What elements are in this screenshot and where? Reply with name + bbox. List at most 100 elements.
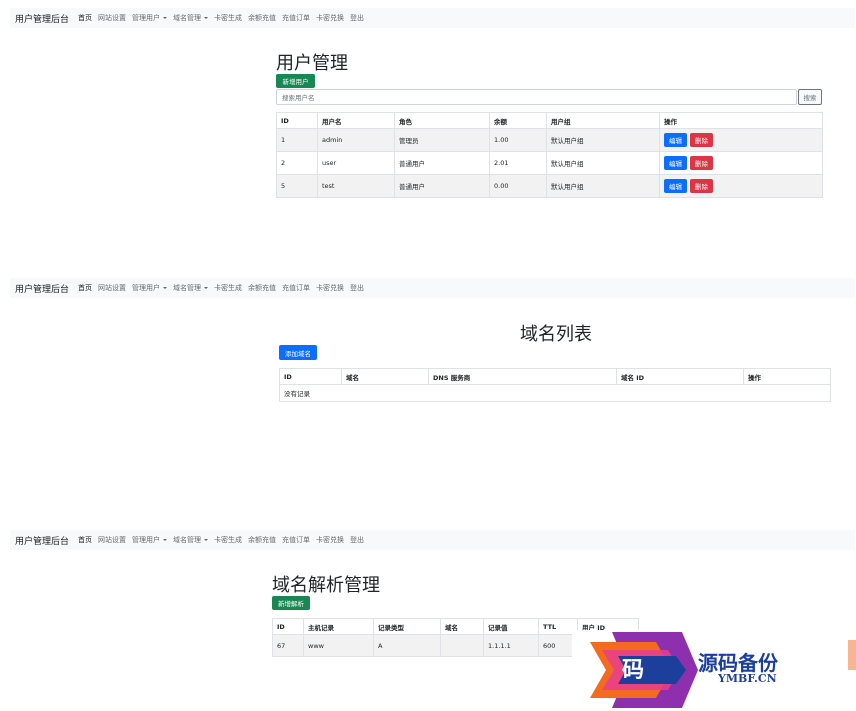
- navbar-2: 用户管理后台 首页 网站设置 管理用户 域名管理 卡密生成 余额充值 充值订单 …: [10, 278, 855, 298]
- edit-button[interactable]: 编辑: [664, 133, 687, 147]
- nav-logout[interactable]: 登出: [350, 283, 364, 293]
- cell-group: 默认用户组: [546, 128, 660, 152]
- navbar-brand[interactable]: 用户管理后台: [15, 282, 69, 295]
- delete-button[interactable]: 删除: [690, 133, 713, 147]
- col-header: ID: [272, 618, 304, 635]
- nav-logout[interactable]: 登出: [350, 535, 364, 545]
- cell-balance: 1.00: [489, 128, 547, 152]
- cell-group: 默认用户组: [546, 151, 660, 175]
- add-domain-button[interactable]: 添加域名: [279, 345, 317, 360]
- cell-id: 67: [272, 634, 304, 657]
- nav-home[interactable]: 首页: [78, 13, 92, 23]
- edit-button[interactable]: 编辑: [664, 179, 687, 193]
- nav-home[interactable]: 首页: [78, 283, 92, 293]
- cell-host: www: [303, 634, 374, 657]
- cell-actions: 编辑 删除: [659, 174, 823, 198]
- nav-card-redeem[interactable]: 卡密兑换: [316, 13, 344, 23]
- nav-manage-users[interactable]: 管理用户: [132, 283, 168, 293]
- navbar-brand[interactable]: 用户管理后台: [15, 12, 69, 25]
- cell-username: test: [317, 174, 395, 198]
- col-header: 记录类型: [373, 618, 441, 635]
- edit-button[interactable]: 编辑: [664, 156, 687, 170]
- watermark-glyph: 码: [622, 657, 645, 683]
- col-header: 记录值: [483, 618, 539, 635]
- chevron-down-icon: [163, 287, 168, 289]
- nav-card-redeem[interactable]: 卡密兑换: [316, 535, 344, 545]
- delete-button[interactable]: 删除: [690, 179, 713, 193]
- cell-actions: 编辑 删除: [659, 128, 823, 152]
- nav-balance-recharge[interactable]: 余额充值: [248, 535, 276, 545]
- col-header: 用户组: [546, 112, 660, 129]
- table-header-row: ID 用户名 角色 余额 用户组 操作: [276, 112, 823, 129]
- nav-manage-users-label: 管理用户: [132, 14, 161, 22]
- nav-recharge-orders[interactable]: 充值订单: [282, 535, 310, 545]
- col-header: ID: [279, 368, 342, 385]
- cell-actions: 编辑 删除: [659, 151, 823, 175]
- table-row: 没有记录: [279, 384, 831, 402]
- nav-balance-recharge[interactable]: 余额充值: [248, 13, 276, 23]
- cell-role: 管理员: [394, 128, 490, 152]
- chevron-down-icon: [163, 17, 168, 19]
- chevron-down-icon: [163, 539, 168, 541]
- nav-card-generate[interactable]: 卡密生成: [214, 283, 242, 293]
- cell-group: 默认用户组: [546, 174, 660, 198]
- page-title-domains: 域名列表: [520, 324, 592, 345]
- chevron-down-icon: [204, 287, 209, 289]
- col-header: 操作: [743, 368, 831, 385]
- nav-manage-users[interactable]: 管理用户: [132, 13, 168, 23]
- nav-domain-manage-label: 域名管理: [173, 536, 202, 544]
- navbar-brand[interactable]: 用户管理后台: [15, 534, 69, 547]
- table-row: 1 admin 管理员 1.00 默认用户组 编辑 删除: [276, 128, 823, 152]
- col-header: 操作: [659, 112, 823, 129]
- chevron-down-icon: [204, 539, 209, 541]
- nav-site-settings[interactable]: 网站设置: [98, 13, 126, 23]
- nav-recharge-orders[interactable]: 充值订单: [282, 283, 310, 293]
- cell-id: 5: [276, 174, 318, 198]
- nav-manage-users-label: 管理用户: [132, 284, 161, 292]
- col-header: ID: [276, 112, 318, 129]
- col-header: 域名 ID: [616, 368, 744, 385]
- navbar-3: 用户管理后台 首页 网站设置 管理用户 域名管理 卡密生成 余额充值 充值订单 …: [10, 530, 855, 550]
- nav-card-generate[interactable]: 卡密生成: [214, 535, 242, 545]
- cell-username: admin: [317, 128, 395, 152]
- nav-domain-manage[interactable]: 域名管理: [173, 535, 209, 545]
- search-bar: 搜索用户名 搜索: [276, 89, 822, 105]
- add-record-button[interactable]: 新增解析: [272, 596, 310, 610]
- search-input[interactable]: 搜索用户名: [276, 89, 797, 105]
- cell-domain: [440, 634, 484, 657]
- nav-manage-users-label: 管理用户: [132, 536, 161, 544]
- col-header: DNS 服务商: [428, 368, 617, 385]
- col-header: 域名: [440, 618, 484, 635]
- nav-site-settings[interactable]: 网站设置: [98, 535, 126, 545]
- add-user-button[interactable]: 新增用户: [276, 74, 315, 88]
- cell-id: 1: [276, 128, 318, 152]
- search-button[interactable]: 搜索: [798, 89, 822, 105]
- cell-balance: 2.01: [489, 151, 547, 175]
- cell-username: user: [317, 151, 395, 175]
- cell-balance: 0.00: [489, 174, 547, 198]
- table-row: 2 user 普通用户 2.01 默认用户组 编辑 删除: [276, 151, 823, 175]
- nav-balance-recharge[interactable]: 余额充值: [248, 283, 276, 293]
- col-header: 用户名: [317, 112, 395, 129]
- delete-button[interactable]: 删除: [690, 156, 713, 170]
- domains-table: ID 域名 DNS 服务商 域名 ID 操作 没有记录: [279, 368, 831, 402]
- cell-id: 2: [276, 151, 318, 175]
- navbar-1: 用户管理后台 首页 网站设置 管理用户 域名管理 卡密生成 余额充值 充值订单 …: [10, 8, 855, 28]
- nav-card-generate[interactable]: 卡密生成: [214, 13, 242, 23]
- nav-domain-manage-label: 域名管理: [173, 14, 202, 22]
- nav-card-redeem[interactable]: 卡密兑换: [316, 283, 344, 293]
- col-header: 域名: [341, 368, 429, 385]
- nav-domain-manage[interactable]: 域名管理: [173, 283, 209, 293]
- table-header-row: ID 域名 DNS 服务商 域名 ID 操作: [279, 368, 831, 385]
- col-header: 角色: [394, 112, 490, 129]
- nav-manage-users[interactable]: 管理用户: [132, 535, 168, 545]
- nav-logout[interactable]: 登出: [350, 13, 364, 23]
- nav-home[interactable]: 首页: [78, 535, 92, 545]
- nav-recharge-orders[interactable]: 充值订单: [282, 13, 310, 23]
- col-header: 余额: [489, 112, 547, 129]
- nav-site-settings[interactable]: 网站设置: [98, 283, 126, 293]
- col-header: 主机记录: [303, 618, 374, 635]
- empty-message: 没有记录: [279, 384, 831, 402]
- nav-domain-manage[interactable]: 域名管理: [173, 13, 209, 23]
- cell-role: 普通用户: [394, 151, 490, 175]
